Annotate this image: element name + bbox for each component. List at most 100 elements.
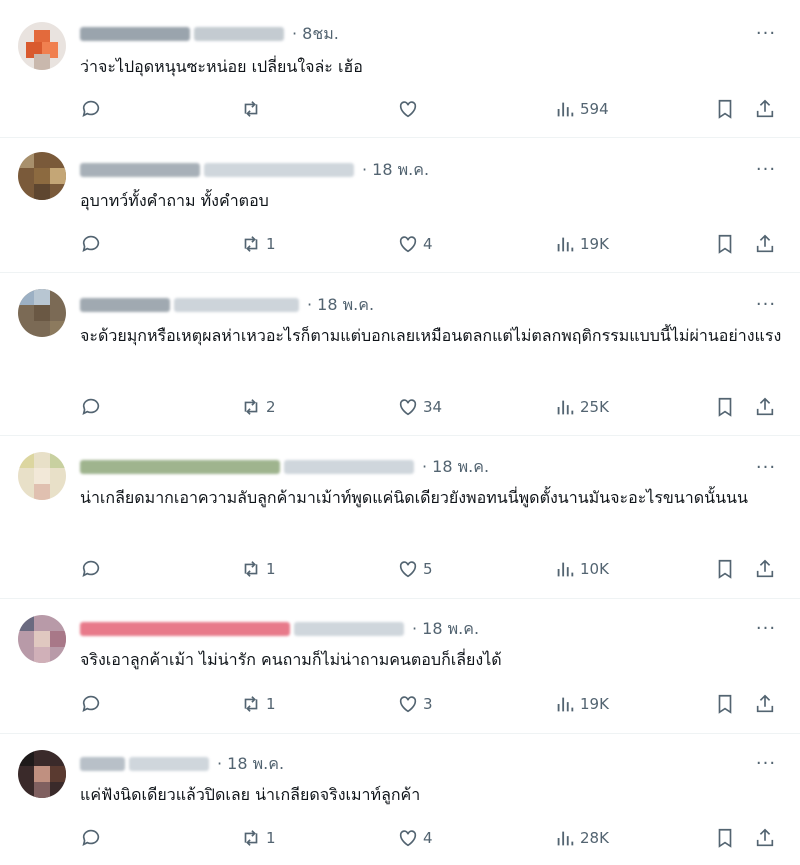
views-button[interactable]: 28K [554, 826, 609, 850]
post-text: จริงเอาลูกค้าเม้า ไม่น่ารัก คนถามก็ไม่น่… [80, 650, 502, 669]
bookmark-icon [718, 99, 732, 119]
views-icon [557, 102, 574, 117]
blurred-display-name[interactable] [80, 757, 125, 771]
bookmark-button[interactable] [714, 692, 736, 716]
repost-button[interactable]: 1 [240, 826, 276, 850]
blurred-handle[interactable] [194, 27, 284, 41]
views-icon [557, 237, 574, 252]
bookmark-button[interactable] [714, 395, 736, 419]
like-button[interactable] [397, 97, 423, 121]
post-actions: 1 5 10K [0, 557, 800, 581]
repost-button[interactable]: 1 [240, 692, 276, 716]
repost-button[interactable]: 1 [240, 557, 276, 581]
reply-button[interactable] [80, 826, 106, 850]
views-button[interactable]: 19K [554, 232, 609, 256]
repost-icon [244, 399, 258, 415]
like-button[interactable]: 34 [397, 395, 442, 419]
repost-button[interactable]: 2 [240, 395, 276, 419]
blurred-handle[interactable] [129, 757, 209, 771]
blurred-display-name[interactable] [80, 298, 170, 312]
more-icon[interactable]: ··· [754, 25, 778, 46]
reply-icon [82, 100, 100, 117]
post-time[interactable]: · 18 พ.ค. [307, 293, 374, 318]
avatar[interactable] [18, 289, 66, 337]
reply-button[interactable] [80, 557, 106, 581]
reply-button[interactable] [80, 97, 106, 121]
tweet-post[interactable]: · 18 พ.ค. ··· จริงเอาลูกค้าเม้า ไม่น่ารั… [0, 599, 800, 734]
like-button[interactable]: 4 [397, 232, 433, 256]
avatar[interactable] [18, 22, 66, 70]
share-button[interactable] [754, 692, 776, 716]
blurred-handle[interactable] [174, 298, 299, 312]
bookmark-icon [718, 397, 732, 417]
like-icon [399, 399, 417, 416]
post-header: · 8ชม. [80, 22, 339, 46]
more-icon[interactable]: ··· [754, 755, 778, 776]
share-button[interactable] [754, 826, 776, 850]
post-text: ว่าจะไปอุดหนุนซะหน่อย เปลี่ยนใจล่ะ เฮ้อ [80, 57, 363, 76]
like-icon [399, 561, 417, 578]
like-button[interactable]: 5 [397, 557, 433, 581]
blurred-display-name[interactable] [80, 27, 190, 41]
like-button[interactable]: 4 [397, 826, 433, 850]
more-icon[interactable]: ··· [754, 296, 778, 317]
post-header: · 18 พ.ค. [80, 455, 489, 479]
more-icon[interactable]: ··· [754, 459, 778, 480]
post-header: · 18 พ.ค. [80, 752, 284, 776]
views-icon [557, 697, 574, 712]
share-button[interactable] [754, 395, 776, 419]
blurred-display-name[interactable] [80, 460, 280, 474]
bookmark-icon [718, 234, 732, 254]
views-button[interactable]: 25K [554, 395, 609, 419]
like-button[interactable]: 3 [397, 692, 433, 716]
share-icon [756, 559, 774, 578]
post-time[interactable]: · 18 พ.ค. [412, 617, 479, 642]
post-header: · 18 พ.ค. [80, 293, 374, 317]
tweet-post[interactable]: · 18 พ.ค. ··· แค่ฟังนิดเดียวแล้วปิดเลย น… [0, 734, 800, 865]
post-time[interactable]: · 18 พ.ค. [217, 752, 284, 777]
bookmark-button[interactable] [714, 97, 736, 121]
bookmark-icon [718, 694, 732, 714]
repost-icon [244, 696, 258, 712]
share-button[interactable] [754, 232, 776, 256]
post-time[interactable]: · 18 พ.ค. [362, 158, 429, 183]
reply-button[interactable] [80, 692, 106, 716]
like-icon [399, 830, 417, 847]
reply-icon [82, 695, 100, 712]
more-icon[interactable]: ··· [754, 620, 778, 641]
tweet-post[interactable]: · 8ชม. ··· ว่าจะไปอุดหนุนซะหน่อย เปลี่ยน… [0, 0, 800, 138]
share-button[interactable] [754, 557, 776, 581]
blurred-handle[interactable] [204, 163, 354, 177]
views-button[interactable]: 19K [554, 692, 609, 716]
blurred-display-name[interactable] [80, 163, 200, 177]
post-actions: 594 [0, 97, 800, 121]
reply-icon [82, 235, 100, 252]
blurred-handle[interactable] [294, 622, 404, 636]
views-button[interactable]: 10K [554, 557, 609, 581]
repost-button[interactable]: 1 [240, 232, 276, 256]
reply-button[interactable] [80, 395, 106, 419]
share-button[interactable] [754, 97, 776, 121]
tweet-post[interactable]: · 18 พ.ค. ··· จะด้วยมุกหรือเหตุผลห่าเหวอ… [0, 273, 800, 436]
avatar[interactable] [18, 615, 66, 663]
reply-button[interactable] [80, 232, 106, 256]
bookmark-button[interactable] [714, 232, 736, 256]
bookmark-button[interactable] [714, 826, 736, 850]
reply-icon [82, 398, 100, 415]
bookmark-icon [718, 559, 732, 579]
bookmark-button[interactable] [714, 557, 736, 581]
repost-button[interactable] [240, 97, 266, 121]
avatar[interactable] [18, 750, 66, 798]
share-icon [756, 694, 774, 713]
avatar[interactable] [18, 152, 66, 200]
post-text: น่าเกลียดมากเอาความลับลูกค้ามาเม้าท์พูดแ… [80, 488, 748, 507]
blurred-handle[interactable] [284, 460, 414, 474]
avatar[interactable] [18, 452, 66, 500]
more-icon[interactable]: ··· [754, 161, 778, 182]
blurred-display-name[interactable] [80, 622, 290, 636]
tweet-post[interactable]: · 18 พ.ค. ··· อุบาทว์ทั้งคำถาม ทั้งคำตอบ… [0, 138, 800, 273]
post-time[interactable]: · 8ชม. [292, 22, 339, 47]
views-button[interactable]: 594 [554, 97, 609, 121]
tweet-post[interactable]: · 18 พ.ค. ··· น่าเกลียดมากเอาความลับลูกค… [0, 436, 800, 599]
post-time[interactable]: · 18 พ.ค. [422, 455, 489, 480]
